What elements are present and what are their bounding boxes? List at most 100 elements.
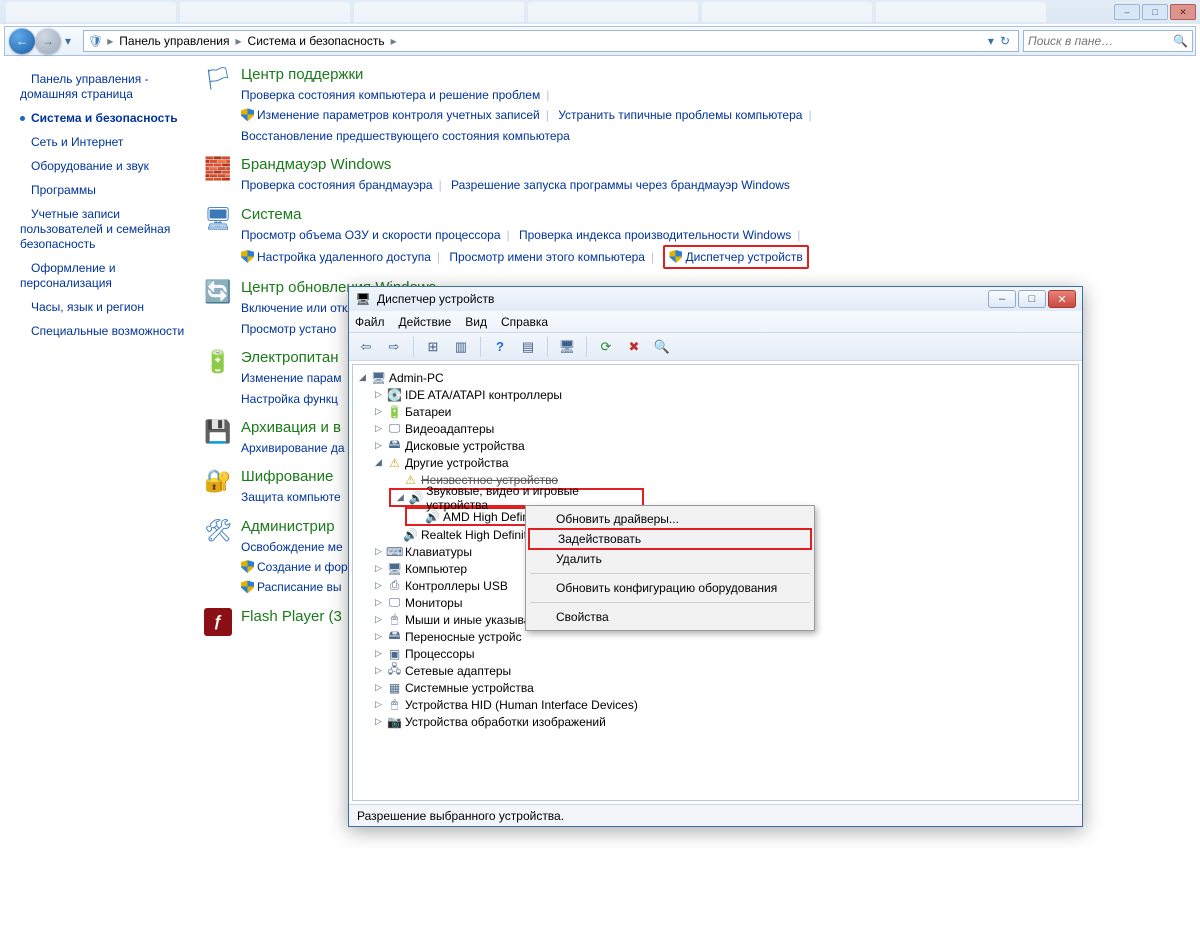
link-free-space[interactable]: Освобождение ме: [241, 540, 343, 554]
link-schedule[interactable]: Расписание вы: [257, 580, 342, 594]
sidebar-item-programs[interactable]: Программы: [20, 183, 187, 198]
sidebar-item-user-accounts[interactable]: Учетные записи пользователей и семейная …: [20, 207, 187, 252]
tree-node-processors[interactable]: ▷▣Процессоры: [353, 645, 1078, 662]
tree-node-disk-drives[interactable]: ▷🖴Дисковые устройства: [353, 437, 1078, 454]
tree-node-batteries[interactable]: ▷🔋Батареи: [353, 403, 1078, 420]
toolbar-uninstall-icon[interactable]: ✖: [623, 336, 645, 358]
browser-tab[interactable]: [528, 2, 698, 22]
browser-tab[interactable]: [354, 2, 524, 22]
ctx-uninstall[interactable]: Удалить: [528, 548, 812, 570]
toolbar-scan-hardware-icon[interactable]: 🔍: [651, 336, 673, 358]
link-check-computer-status[interactable]: Проверка состояния компьютера и решение …: [241, 88, 540, 102]
link-remote-access[interactable]: Настройка удаленного доступа: [257, 250, 431, 264]
ctx-enable[interactable]: Задействовать: [528, 528, 812, 550]
menu-help[interactable]: Справка: [501, 315, 548, 329]
window-minimize-button[interactable]: –: [1114, 4, 1140, 20]
address-dropdown-icon[interactable]: ▾: [988, 34, 994, 48]
shield-icon: [669, 250, 682, 263]
ctx-scan-hardware[interactable]: Обновить конфигурацию оборудования: [528, 577, 812, 599]
nav-history-dropdown[interactable]: ▾: [61, 31, 75, 51]
search-input[interactable]: [1028, 34, 1173, 48]
toolbar-update-driver-icon[interactable]: ⟳: [595, 336, 617, 358]
link-view-ram-cpu[interactable]: Просмотр объема ОЗУ и скорости процессор…: [241, 228, 501, 242]
toolbar-help-icon[interactable]: ?: [489, 336, 511, 358]
window-close-button[interactable]: ✕: [1170, 4, 1196, 20]
browser-tab[interactable]: [180, 2, 350, 22]
ctx-separator: [530, 602, 810, 603]
explorer-nav-bar: ← → ▾ 🛡 ▸ Панель управления ▸ Система и …: [4, 26, 1196, 56]
context-menu: Обновить драйверы... Задействовать Удали…: [525, 505, 815, 631]
highlight-device-manager: Диспетчер устройств: [663, 245, 808, 269]
device-manager-statusbar: Разрешение выбранного устройства.: [349, 804, 1082, 826]
link-troubleshoot[interactable]: Устранить типичные проблемы компьютера: [558, 108, 802, 122]
toolbar-show-hidden-icon[interactable]: ⊞: [422, 336, 444, 358]
link-view-computer-name[interactable]: Просмотр имени этого компьютера: [449, 250, 645, 264]
power-icon: 🔋: [201, 349, 235, 383]
sidebar-item-accessibility[interactable]: Специальные возможности: [20, 324, 187, 339]
toolbar-enable-icon[interactable]: 🖥: [556, 336, 578, 358]
section-heading-system[interactable]: Система: [241, 206, 1190, 223]
shield-icon: [241, 250, 254, 263]
menu-action[interactable]: Действие: [399, 315, 452, 329]
refresh-icon[interactable]: ↻: [1000, 34, 1010, 48]
tree-node-video-adapters[interactable]: ▷🖵Видеоадаптеры: [353, 420, 1078, 437]
breadcrumb-item[interactable]: Панель управления: [117, 34, 231, 48]
tree-node-hid-devices[interactable]: ▷🖱Устройства HID (Human Interface Device…: [353, 696, 1078, 713]
section-heading-firewall[interactable]: Брандмауэр Windows: [241, 156, 1190, 173]
toolbar-details-icon[interactable]: ▥: [450, 336, 472, 358]
sidebar-item-hardware-sound[interactable]: Оборудование и звук: [20, 159, 187, 174]
device-manager-titlebar[interactable]: 🖥 Диспетчер устройств – □ ✕: [349, 287, 1082, 311]
search-box[interactable]: 🔍: [1023, 30, 1193, 52]
toolbar-properties-icon[interactable]: ▤: [517, 336, 539, 358]
ctx-update-drivers[interactable]: Обновить драйверы...: [528, 508, 812, 530]
link-device-manager[interactable]: Диспетчер устройств: [685, 250, 802, 264]
windows-update-icon: 🔄: [201, 279, 235, 313]
menu-view[interactable]: Вид: [465, 315, 487, 329]
nav-forward-button[interactable]: →: [35, 28, 61, 54]
link-check-firewall[interactable]: Проверка состояния брандмауэра: [241, 178, 433, 192]
tree-node-network-adapters[interactable]: ▷🖧Сетевые адаптеры: [353, 662, 1078, 679]
browser-tab[interactable]: [876, 2, 1046, 22]
link-view-installed-updates[interactable]: Просмотр устано: [241, 322, 336, 336]
tree-node-ide[interactable]: ▷💽IDE ATA/ATAPI контроллеры: [353, 386, 1078, 403]
link-change-power[interactable]: Изменение парам: [241, 371, 341, 385]
breadcrumb-item[interactable]: Система и безопасность: [246, 34, 387, 48]
section-heading-action-center[interactable]: Центр поддержки: [241, 66, 1190, 83]
dm-maximize-button[interactable]: □: [1018, 290, 1046, 308]
address-bar[interactable]: 🛡 ▸ Панель управления ▸ Система и безопа…: [83, 30, 1019, 52]
dm-close-button[interactable]: ✕: [1048, 290, 1076, 308]
search-icon[interactable]: 🔍: [1173, 34, 1188, 48]
link-create-format[interactable]: Создание и фор: [257, 560, 348, 574]
sidebar-item-clock-region[interactable]: Часы, язык и регион: [20, 300, 187, 315]
toolbar-back-icon[interactable]: ⇦: [355, 336, 377, 358]
sidebar-item-home[interactable]: Панель управления - домашняя страница: [20, 72, 187, 102]
tree-node-imaging-devices[interactable]: ▷📷Устройства обработки изображений: [353, 713, 1078, 730]
address-icon: 🛡: [88, 34, 103, 48]
ctx-properties[interactable]: Свойства: [528, 606, 812, 628]
flash-player-icon: ƒ: [201, 608, 235, 642]
link-change-uac[interactable]: Изменение параметров контроля учетных за…: [257, 108, 540, 122]
toolbar-forward-icon[interactable]: ⇨: [383, 336, 405, 358]
control-panel-sidebar: Панель управления - домашняя страница Си…: [0, 58, 195, 925]
tree-node-other-devices[interactable]: ◢⚠Другие устройства: [353, 454, 1078, 471]
link-protect-computer[interactable]: Защита компьюте: [241, 490, 341, 504]
dm-minimize-button[interactable]: –: [988, 290, 1016, 308]
action-center-icon: 🏳: [201, 66, 235, 100]
browser-tab[interactable]: [702, 2, 872, 22]
sidebar-item-appearance[interactable]: Оформление и персонализация: [20, 261, 187, 291]
link-performance-index[interactable]: Проверка индекса производительности Wind…: [519, 228, 791, 242]
link-configure-power-function[interactable]: Настройка функц: [241, 392, 338, 406]
link-restore-computer[interactable]: Восстановление предшествующего состояния…: [241, 129, 570, 143]
link-backup-data[interactable]: Архивирование да: [241, 441, 345, 455]
tree-root[interactable]: ◢🖥Admin-PC: [353, 369, 1078, 386]
link-allow-firewall-program[interactable]: Разрешение запуска программы через бранд…: [451, 178, 790, 192]
nav-back-button[interactable]: ←: [9, 28, 35, 54]
tree-node-system-devices[interactable]: ▷▦Системные устройства: [353, 679, 1078, 696]
browser-tab[interactable]: [6, 2, 176, 22]
window-maximize-button[interactable]: □: [1142, 4, 1168, 20]
menu-file[interactable]: Файл: [355, 315, 385, 329]
browser-tab-strip: [0, 0, 1200, 24]
firewall-icon: 🧱: [201, 156, 235, 190]
sidebar-item-network[interactable]: Сеть и Интернет: [20, 135, 187, 150]
sidebar-item-system-security[interactable]: Система и безопасность: [20, 111, 187, 126]
